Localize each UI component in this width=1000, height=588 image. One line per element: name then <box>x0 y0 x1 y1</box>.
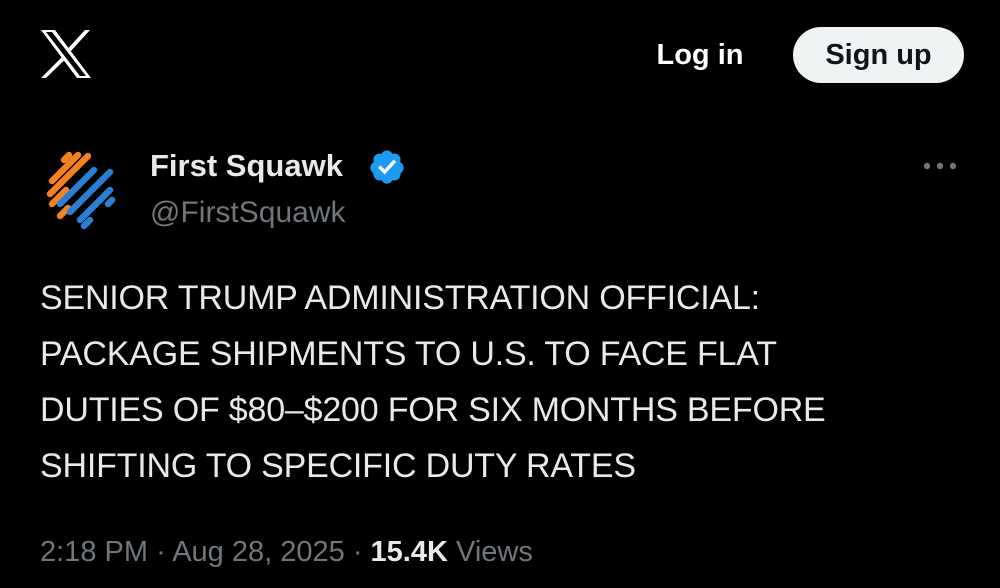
avatar[interactable] <box>38 146 126 234</box>
tweet-time[interactable]: 2:18 PM <box>40 536 148 568</box>
tweet-text-line: PACKAGE SHIPMENTS TO U.S. TO FACE FLAT <box>40 335 777 373</box>
author-handle[interactable]: @FirstSquawk <box>150 193 346 233</box>
more-options-icon[interactable] <box>918 152 962 180</box>
signup-button[interactable]: Sign up <box>793 27 964 83</box>
tweet-text-line: SHIFTING TO SPECIFIC DUTY RATES <box>40 447 636 485</box>
tweet-text-line: SENIOR TRUMP ADMINISTRATION OFFICIAL: <box>40 279 760 317</box>
verified-badge-icon <box>370 150 404 184</box>
separator: · <box>352 536 363 568</box>
tweet-text: SENIOR TRUMP ADMINISTRATION OFFICIAL: PA… <box>40 270 970 494</box>
top-bar: Log in Sign up <box>0 0 1000 110</box>
tweet-date[interactable]: Aug 28, 2025 <box>172 536 345 568</box>
tweet-meta: 2:18 PM · Aug 28, 2025 · 15.4K Views <box>40 530 533 574</box>
separator: · <box>156 536 166 568</box>
login-button[interactable]: Log in <box>640 28 760 82</box>
author-name[interactable]: First Squawk <box>150 146 343 186</box>
tweet-text-line: DUTIES OF $80–$200 FOR SIX MONTHS BEFORE <box>40 391 826 429</box>
x-logo-icon[interactable] <box>38 28 94 80</box>
views-count: 15.4K <box>370 536 448 568</box>
views-label: Views <box>456 536 533 568</box>
first-squawk-logo-icon <box>46 151 116 230</box>
